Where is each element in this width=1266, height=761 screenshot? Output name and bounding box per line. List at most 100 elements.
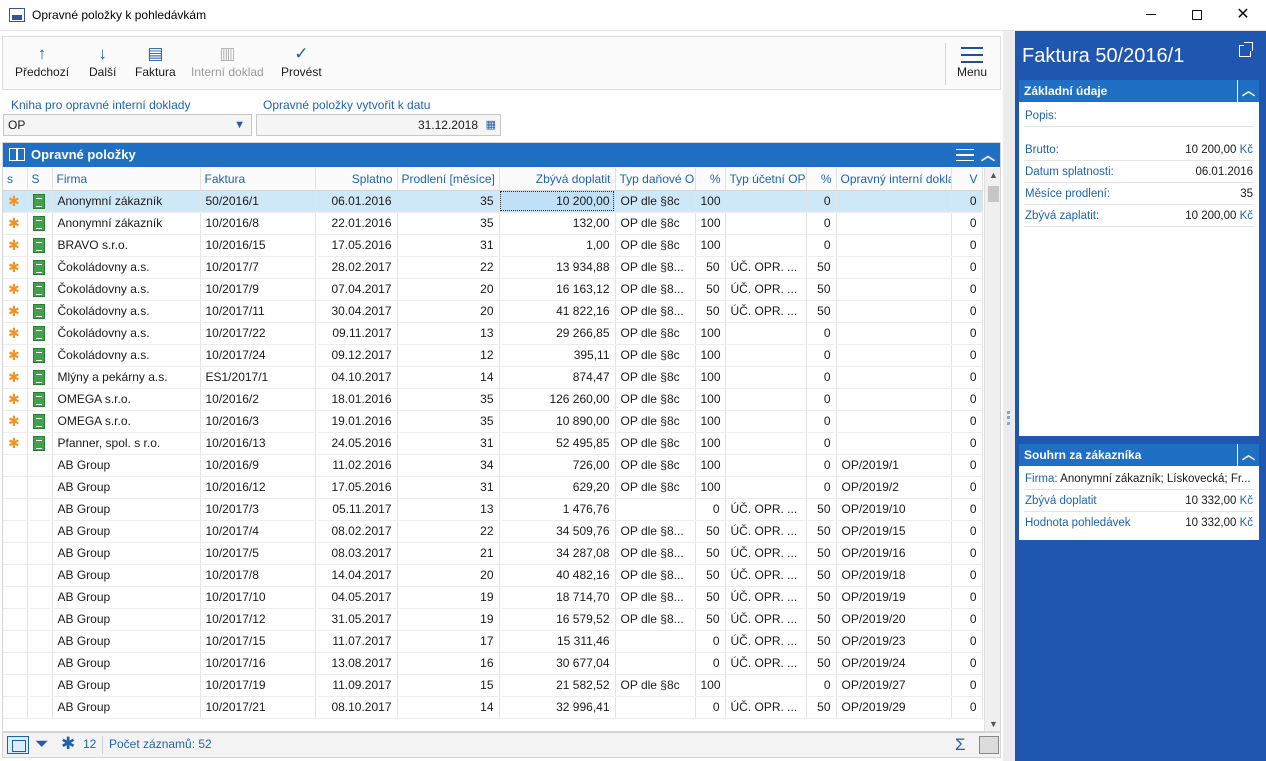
cell-opravny-doklad[interactable]: OP/2019/29: [836, 696, 952, 719]
cell-marker[interactable]: ✱: [3, 190, 28, 213]
cell-typ-danove[interactable]: [615, 498, 696, 521]
cell-status[interactable]: [27, 586, 53, 609]
cell-typ-danove[interactable]: OP dle §8c: [615, 432, 696, 455]
cell-faktura[interactable]: 10/2017/3: [200, 498, 316, 521]
cell-percent-2[interactable]: 0: [806, 234, 837, 257]
cell-faktura[interactable]: 10/2017/11: [200, 300, 316, 323]
cell-firma[interactable]: Mlýny a pekárny a.s.: [52, 366, 201, 389]
cell-status[interactable]: [27, 322, 53, 345]
cell-v[interactable]: 0: [951, 586, 983, 609]
cell-firma[interactable]: AB Group: [52, 542, 201, 565]
col-header-s[interactable]: s: [3, 168, 28, 191]
popout-icon[interactable]: [1239, 42, 1253, 57]
cell-opravny-doklad[interactable]: [836, 432, 952, 455]
cell-percent-1[interactable]: 0: [695, 696, 726, 719]
cell-prodleni[interactable]: 35: [397, 388, 500, 411]
cell-splatno[interactable]: 18.01.2016: [315, 388, 398, 411]
cell-firma[interactable]: Anonymní zákazník: [52, 190, 201, 213]
cell-typ-danove[interactable]: OP dle §8...: [615, 520, 696, 543]
cell-v[interactable]: 0: [951, 300, 983, 323]
cell-faktura[interactable]: 10/2016/12: [200, 476, 316, 499]
cell-v[interactable]: 0: [951, 696, 983, 719]
cell-zbyva[interactable]: 16 579,52: [499, 608, 616, 631]
col-header-opravny-doklad[interactable]: Opravný interní dokla: [836, 168, 952, 191]
table-row[interactable]: AB Group 10/2017/10 04.05.2017 19 18 714,70 O…: [3, 586, 983, 609]
cell-prodleni[interactable]: 35: [397, 190, 500, 213]
cell-splatno[interactable]: 04.05.2017: [315, 586, 398, 609]
cell-percent-2[interactable]: 50: [806, 300, 837, 323]
cell-typ-danove[interactable]: OP dle §8...: [615, 564, 696, 587]
cell-status[interactable]: [27, 432, 53, 455]
table-row[interactable]: AB Group 10/2017/19 11.09.2017 15 21 582,52 O…: [3, 674, 983, 697]
cell-typ-danove[interactable]: [615, 652, 696, 675]
col-header-percent-2[interactable]: %: [806, 168, 837, 191]
cell-typ-ucetni[interactable]: [725, 366, 807, 389]
cell-opravny-doklad[interactable]: [836, 410, 952, 433]
cell-percent-1[interactable]: 0: [695, 498, 726, 521]
cell-typ-danove[interactable]: OP dle §8...: [615, 278, 696, 301]
cell-status[interactable]: [27, 344, 53, 367]
cell-marker[interactable]: [3, 630, 28, 653]
cell-faktura[interactable]: 10/2016/9: [200, 454, 316, 477]
cell-status[interactable]: [27, 366, 53, 389]
cell-prodleni[interactable]: 14: [397, 366, 500, 389]
cell-status[interactable]: [27, 498, 53, 521]
cell-status[interactable]: [27, 630, 53, 653]
cell-zbyva[interactable]: 34 509,76: [499, 520, 616, 543]
cell-firma[interactable]: Čokoládovny a.s.: [52, 344, 201, 367]
cell-percent-2[interactable]: 0: [806, 366, 837, 389]
cell-splatno[interactable]: 13.08.2017: [315, 652, 398, 675]
cell-opravny-doklad[interactable]: [836, 322, 952, 345]
cell-percent-2[interactable]: 50: [806, 278, 837, 301]
cell-prodleni[interactable]: 35: [397, 212, 500, 235]
cell-zbyva[interactable]: 629,20: [499, 476, 616, 499]
cell-splatno[interactable]: 19.01.2016: [315, 410, 398, 433]
basic-info-header[interactable]: Základní údaje ︿: [1019, 80, 1259, 102]
cell-prodleni[interactable]: 16: [397, 652, 500, 675]
cell-typ-ucetni[interactable]: [725, 234, 807, 257]
cell-typ-ucetni[interactable]: [725, 674, 807, 697]
cell-status[interactable]: [27, 278, 53, 301]
cell-marker[interactable]: ✱: [3, 256, 28, 279]
cell-typ-ucetni[interactable]: [725, 454, 807, 477]
table-row[interactable]: ✱ Čokoládovny a.s. 10/2017/24 09.12.2017 12 3…: [3, 344, 983, 367]
col-header-faktura[interactable]: Faktura: [200, 168, 316, 191]
table-row[interactable]: AB Group 10/2017/8 14.04.2017 20 40 482,16 OP…: [3, 564, 983, 587]
cell-typ-danove[interactable]: OP dle §8c: [615, 322, 696, 345]
cell-faktura[interactable]: 10/2017/8: [200, 564, 316, 587]
scroll-up-icon[interactable]: ▲: [985, 168, 1000, 182]
col-header-splatno[interactable]: Splatno: [315, 168, 398, 191]
cell-v[interactable]: 0: [951, 520, 983, 543]
cell-opravny-doklad[interactable]: [836, 388, 952, 411]
cell-faktura[interactable]: 10/2017/21: [200, 696, 316, 719]
cell-v[interactable]: 0: [951, 322, 983, 345]
cell-prodleni[interactable]: 19: [397, 586, 500, 609]
collapse-chevron-icon[interactable]: ︿: [1237, 80, 1259, 102]
cell-marker[interactable]: [3, 542, 28, 565]
cell-faktura[interactable]: 10/2017/10: [200, 586, 316, 609]
cell-splatno[interactable]: 08.10.2017: [315, 696, 398, 719]
cell-typ-danove[interactable]: OP dle §8c: [615, 388, 696, 411]
cell-percent-2[interactable]: 50: [806, 696, 837, 719]
cell-opravny-doklad[interactable]: [836, 190, 952, 213]
cell-status[interactable]: [27, 608, 53, 631]
table-row[interactable]: ✱ Čokoládovny a.s. 10/2017/7 28.02.2017 22 13…: [3, 256, 983, 279]
cell-typ-danove[interactable]: OP dle §8...: [615, 608, 696, 631]
cell-marker[interactable]: [3, 608, 28, 631]
col-header-firma[interactable]: Firma: [52, 168, 201, 191]
table-row[interactable]: ✱ Anonymní zákazník 10/2016/8 22.01.2016 35 1…: [3, 212, 983, 235]
cell-marker[interactable]: [3, 520, 28, 543]
cell-opravny-doklad[interactable]: OP/2019/20: [836, 608, 952, 631]
cell-opravny-doklad[interactable]: [836, 366, 952, 389]
cell-percent-1[interactable]: 100: [695, 212, 726, 235]
cell-firma[interactable]: AB Group: [52, 608, 201, 631]
cell-percent-1[interactable]: 0: [695, 652, 726, 675]
cell-status[interactable]: [27, 520, 53, 543]
cell-typ-danove[interactable]: OP dle §8...: [615, 300, 696, 323]
col-header-zbyva[interactable]: Zbývá doplatit: [499, 168, 616, 191]
cell-v[interactable]: 0: [951, 366, 983, 389]
cell-percent-1[interactable]: 100: [695, 410, 726, 433]
cell-status[interactable]: [27, 388, 53, 411]
cell-typ-ucetni[interactable]: ÚČ. OPR. ...: [725, 630, 807, 653]
table-row[interactable]: AB Group 10/2017/16 13.08.2017 16 30 677,04 0…: [3, 652, 983, 675]
